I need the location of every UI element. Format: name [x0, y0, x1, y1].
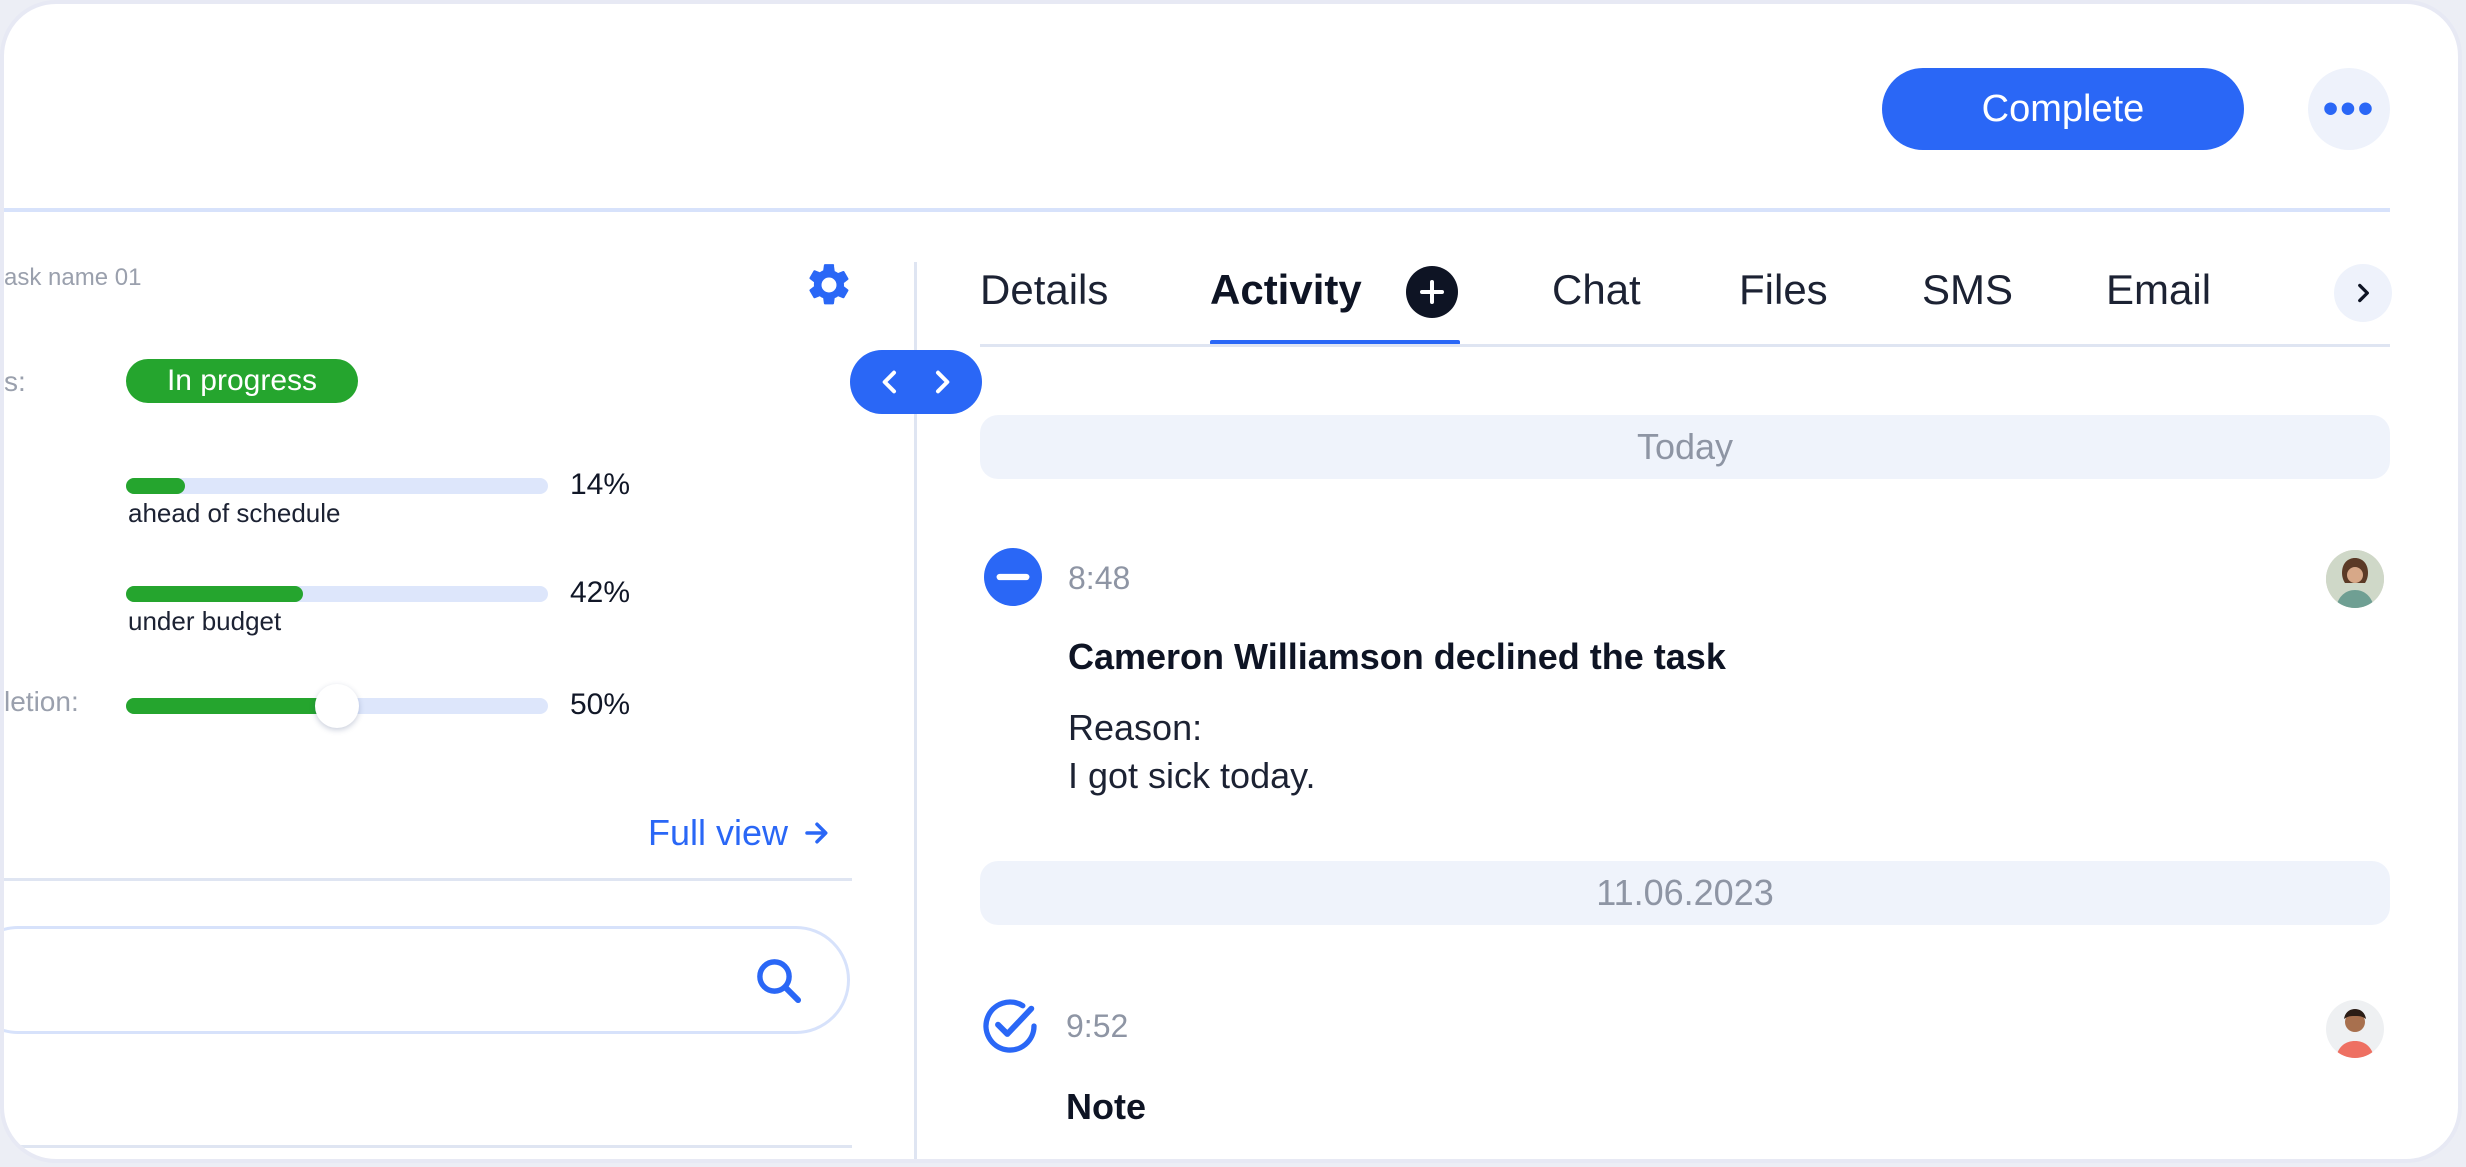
avatar — [2326, 550, 2384, 608]
complete-button[interactable]: Complete — [1882, 68, 2244, 150]
completion-slider[interactable] — [126, 684, 548, 728]
task-card: Complete ••• ask name 01 s: In progress … — [0, 0, 2462, 1163]
completion-slider-fill — [126, 698, 337, 714]
left-panel-bottom-divider — [4, 1145, 852, 1148]
avatar — [2326, 1000, 2384, 1058]
completion-label: letion: — [4, 686, 79, 717]
more-dots-icon: ••• — [2322, 84, 2376, 133]
chevron-right-icon — [2358, 283, 2369, 303]
budget-progress-percent: 42% — [570, 576, 631, 609]
schedule-progress-bar — [126, 478, 548, 494]
search-box — [4, 926, 850, 1034]
status-badge: In progress — [126, 359, 358, 403]
date-separator: Today — [980, 415, 2390, 479]
tab-files[interactable]: Files — [1739, 266, 1828, 314]
full-view-label: Full view — [648, 812, 789, 853]
add-activity-button[interactable] — [1406, 266, 1458, 318]
schedule-progress-caption: ahead of schedule — [128, 498, 341, 528]
budget-progress-caption: under budget — [128, 606, 282, 636]
budget-progress-bar — [126, 586, 548, 602]
minus-circle-icon — [984, 548, 1042, 606]
tabs-next-button[interactable] — [2334, 264, 2392, 322]
event-time: 9:52 — [1066, 1008, 1129, 1044]
schedule-progress-fill — [126, 478, 186, 494]
panel-resize-toggle[interactable] — [850, 350, 982, 414]
left-panel-divider — [4, 878, 852, 881]
date-separator: 11.06.2023 — [980, 861, 2390, 925]
more-options-button[interactable]: ••• — [2308, 68, 2390, 150]
chevron-right-icon[interactable] — [922, 362, 962, 402]
event-time: 8:48 — [1068, 560, 1131, 596]
event-title: Note — [1066, 1086, 1146, 1127]
budget-progress-fill — [126, 586, 304, 602]
arrow-right-icon — [805, 822, 828, 844]
completion-percent: 50% — [570, 688, 631, 721]
event-title: Cameron Williamson declined the task — [1068, 636, 1726, 677]
status-label: s: — [4, 366, 26, 397]
check-circle-icon — [983, 999, 1037, 1053]
header-divider — [4, 208, 2390, 212]
schedule-progress-percent: 14% — [570, 468, 631, 501]
event-reason-label: Reason: — [1068, 707, 1203, 748]
search-input[interactable] — [27, 949, 671, 1011]
chevron-left-icon[interactable] — [870, 362, 910, 402]
tab-details[interactable]: Details — [980, 266, 1108, 314]
tab-activity[interactable]: Activity — [1210, 266, 1362, 314]
event-reason-text: I got sick today. — [1068, 755, 1316, 796]
tab-sms[interactable]: SMS — [1922, 266, 2013, 314]
plus-icon — [1420, 280, 1444, 304]
tabs-divider — [980, 344, 2390, 347]
tab-email[interactable]: Email — [2106, 266, 2211, 314]
gear-icon[interactable] — [804, 260, 854, 310]
completion-slider-handle[interactable] — [315, 684, 359, 728]
task-name: ask name 01 — [4, 264, 142, 291]
search-icon[interactable] — [752, 954, 806, 1008]
full-view-link[interactable]: Full view — [648, 812, 832, 854]
tab-chat[interactable]: Chat — [1552, 266, 1641, 314]
